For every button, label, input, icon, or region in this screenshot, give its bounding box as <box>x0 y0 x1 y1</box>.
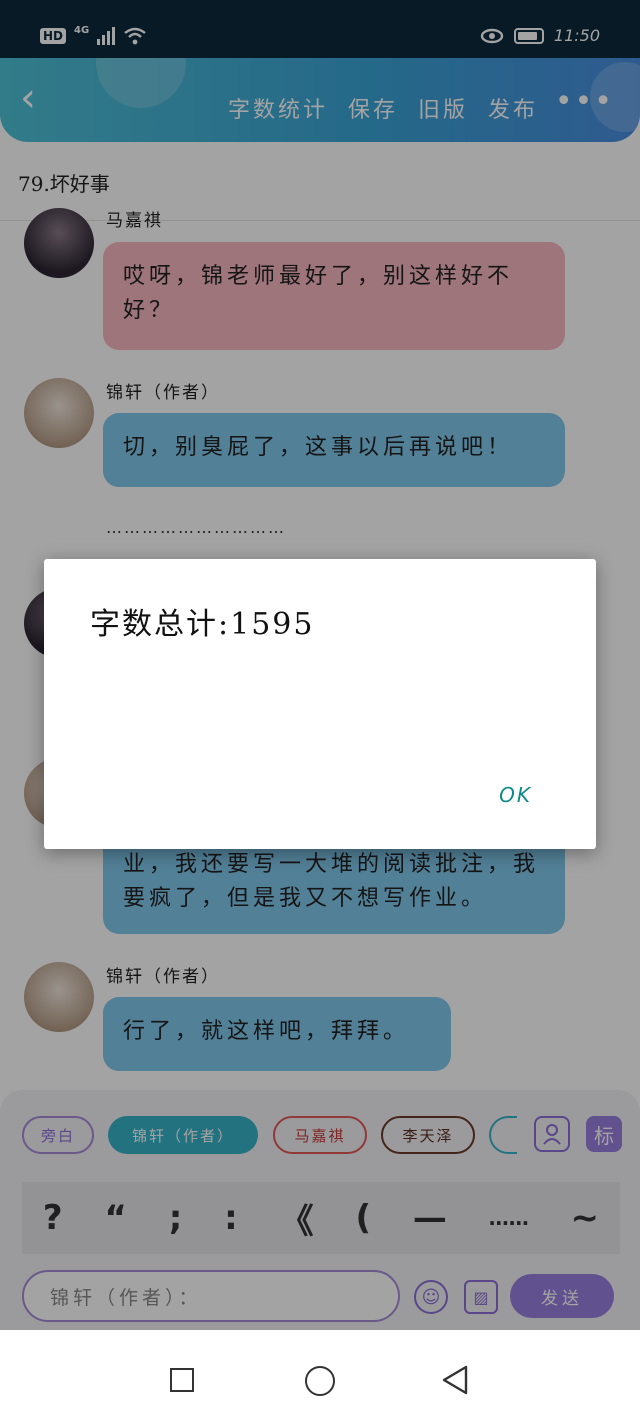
system-nav-bar <box>0 1330 640 1415</box>
word-count-dialog: 字数总计:1595 OK <box>44 559 596 849</box>
ok-button[interactable]: OK <box>499 783 532 807</box>
nav-back-icon[interactable] <box>440 1364 470 1396</box>
dialog-message: 字数总计:1595 <box>90 607 315 642</box>
recents-icon[interactable] <box>170 1368 194 1392</box>
home-icon[interactable] <box>305 1366 335 1396</box>
